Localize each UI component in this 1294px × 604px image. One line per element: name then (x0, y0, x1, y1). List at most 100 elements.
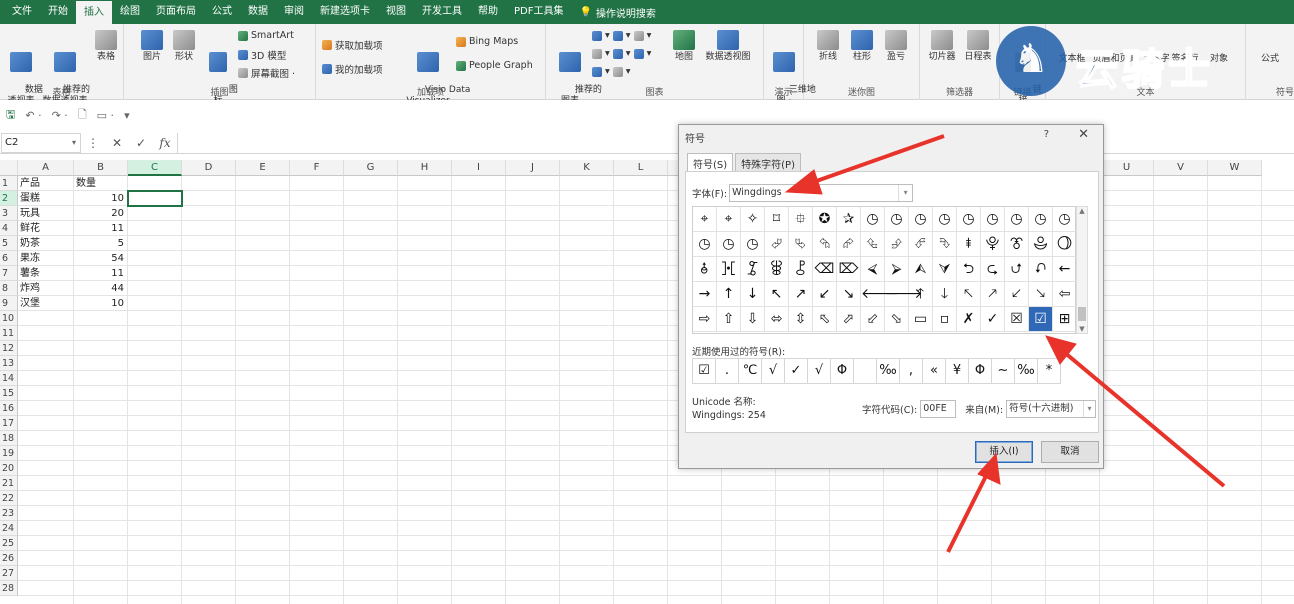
symbol-cell[interactable]: ⮛ (933, 257, 957, 282)
symbol-cell[interactable]: ⯓ (981, 232, 1005, 257)
symbol-cell[interactable]: ⬁ (813, 307, 837, 332)
help-icon[interactable]: ? (1044, 129, 1049, 140)
symbol-cell[interactable]: ⮍ (1005, 257, 1029, 282)
tab-draw[interactable]: 绘图 (112, 0, 148, 24)
print-preview-icon[interactable]: 🗋 (78, 106, 87, 125)
cell-b4[interactable]: 11 (76, 221, 126, 236)
symbol-cell[interactable]: ⌦ (837, 257, 861, 282)
symbol-cell[interactable]: 🡖 (1029, 282, 1053, 307)
table-button[interactable]: 表格 (92, 30, 120, 63)
symbol-cell[interactable]: ↖ (765, 282, 789, 307)
cell-a2[interactable]: 蛋糕 (20, 191, 72, 206)
get-addins-button[interactable]: 获取加载项 (322, 38, 383, 52)
symbol-cell[interactable]: 🡕 (981, 282, 1005, 307)
font-select[interactable]: Wingdings ▾ (729, 184, 914, 202)
symbol-cell[interactable]: ⮴ (861, 232, 885, 257)
enter-formula-icon[interactable]: ✓ (129, 136, 153, 150)
symbol-cell[interactable]: ← (1053, 257, 1077, 282)
symbol-cell[interactable]: ⌑ (765, 207, 789, 232)
symbol-cell[interactable]: ◷ (717, 232, 741, 257)
symbol-cell[interactable]: ◷ (1053, 207, 1077, 232)
cell-b5[interactable]: 5 (76, 236, 126, 251)
tab-review[interactable]: 审阅 (276, 0, 312, 24)
symbol-cell[interactable]: ◷ (933, 207, 957, 232)
symbol-cell[interactable]: ⯖ (1053, 232, 1077, 257)
symbol-cell[interactable]: ↙ (813, 282, 837, 307)
column-header-k[interactable]: K (560, 160, 614, 176)
symbol-cell[interactable]: ⮏ (1029, 257, 1053, 282)
symbol-cell[interactable]: 🡔 (957, 282, 981, 307)
tab-new-tab[interactable]: 新建选项卡 (312, 0, 378, 24)
tab-help[interactable]: 帮助 (470, 0, 506, 24)
timeline-button[interactable]: 日程表 (960, 30, 996, 63)
smartart-button[interactable]: SmartArt (238, 30, 294, 41)
symbol-cell[interactable]: ⊞ (1053, 307, 1077, 332)
cell-b6[interactable]: 54 (76, 251, 126, 266)
symbol-cell[interactable]: ⬂ (885, 307, 909, 332)
line-chart-dropdown[interactable]: ▾ ▾ ▾ (592, 48, 651, 59)
tab-data[interactable]: 数据 (240, 0, 276, 24)
column-header-d[interactable]: D (182, 160, 236, 176)
symbol-cell[interactable]: ⮌ (957, 257, 981, 282)
row-header-15[interactable]: 15 (0, 386, 18, 401)
recent-symbol-cell[interactable]: . (715, 358, 739, 384)
symbol-cell[interactable]: ↓ (741, 282, 765, 307)
symbol-cell[interactable]: ⬀ (837, 307, 861, 332)
bing-maps-button[interactable]: Bing Maps (456, 36, 518, 47)
picture-button[interactable]: 图片 (138, 30, 166, 63)
tab-file[interactable]: 文件 (4, 0, 40, 24)
row-header-8[interactable]: 8 (0, 281, 18, 296)
tab-special-characters[interactable]: 特殊字符(P) (735, 153, 801, 173)
symbol-cell[interactable]: ◷ (693, 232, 717, 257)
symbol-cell[interactable]: ◷ (957, 207, 981, 232)
row-header-19[interactable]: 19 (0, 446, 18, 461)
row-header-2[interactable]: 2 (0, 191, 18, 206)
symbol-cell[interactable]: ◷ (1029, 207, 1053, 232)
symbol-cell[interactable]: ⯛ (789, 257, 813, 282)
row-header-24[interactable]: 24 (0, 521, 18, 536)
symbol-cell[interactable]: ⌫ (813, 257, 837, 282)
symbol-cell[interactable]: ◷ (885, 207, 909, 232)
screenshot-button[interactable]: 屏幕截图 · (238, 66, 295, 80)
cell-a3[interactable]: 玩具 (20, 206, 72, 221)
symbol-cell[interactable]: ⯚ (765, 257, 789, 282)
close-icon[interactable]: ✕ (1078, 127, 1089, 142)
recent-symbol-cell[interactable]: √ (807, 358, 831, 384)
recent-symbol-cell[interactable]: ☑ (692, 358, 716, 384)
row-header-6[interactable]: 6 (0, 251, 18, 266)
symbol-cell[interactable]: ⇧ (717, 307, 741, 332)
row-header-21[interactable]: 21 (0, 476, 18, 491)
row-header-16[interactable]: 16 (0, 401, 18, 416)
tab-developer[interactable]: 开发工具 (414, 0, 470, 24)
people-graph-button[interactable]: People Graph (456, 60, 533, 71)
cell-b2[interactable]: 10 (76, 191, 126, 206)
recent-symbol-cell[interactable]: « (922, 358, 946, 384)
symbol-cell[interactable]: ⮰ (765, 232, 789, 257)
symbol-cell[interactable]: ⮳ (837, 232, 861, 257)
cancel-formula-icon[interactable]: ✕ (105, 136, 129, 150)
recent-symbol-cell[interactable]: * (1037, 358, 1061, 384)
symbol-cell[interactable]: ↗ (789, 282, 813, 307)
symbol-cell[interactable]: ⮵ (885, 232, 909, 257)
symbol-cell[interactable]: ✗ (957, 307, 981, 332)
symbol-cell[interactable]: 🡗 (1005, 282, 1029, 307)
column-header-u[interactable]: U (1100, 160, 1154, 176)
symbol-cell[interactable]: ☒ (1005, 307, 1029, 332)
symbol-cell[interactable]: ◷ (981, 207, 1005, 232)
row-header-17[interactable]: 17 (0, 416, 18, 431)
symbol-cell[interactable]: ⯐ (789, 207, 813, 232)
active-cell-c2[interactable] (127, 190, 183, 207)
column-header-i[interactable]: I (452, 160, 506, 176)
row-header-27[interactable]: 27 (0, 566, 18, 581)
insert-button[interactable]: 插入(I) (975, 441, 1033, 463)
tab-formulas[interactable]: 公式 (204, 0, 240, 24)
save-icon[interactable]: 🖫 (6, 106, 15, 125)
cell-a8[interactable]: 炸鸡 (20, 281, 72, 296)
symbol-cell[interactable]: ✰ (837, 207, 861, 232)
cell-a7[interactable]: 薯条 (20, 266, 72, 281)
shapes-button[interactable]: 形状 (170, 30, 198, 63)
recent-symbol-cell[interactable] (853, 358, 877, 384)
symbol-cell[interactable]: ✪ (813, 207, 837, 232)
row-header-12[interactable]: 12 (0, 341, 18, 356)
symbol-cell[interactable]: ◷ (741, 232, 765, 257)
